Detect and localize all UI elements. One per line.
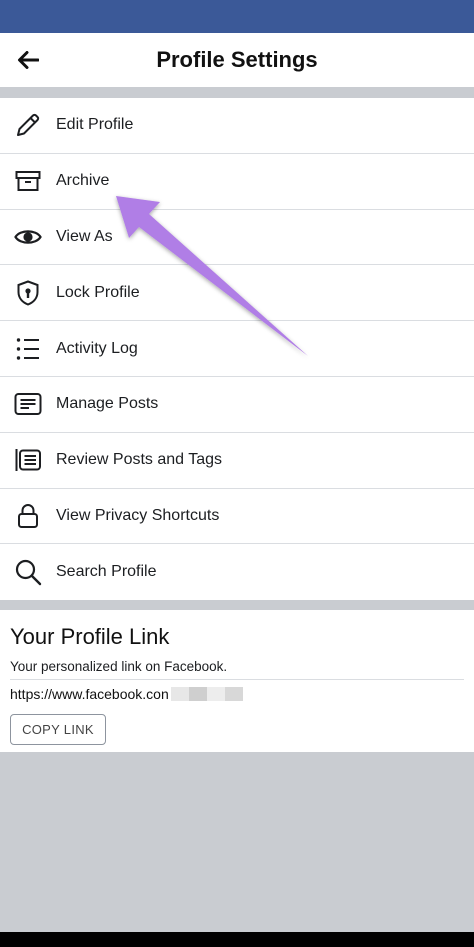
menu-label: View As xyxy=(56,227,113,245)
menu-label: Review Posts and Tags xyxy=(56,451,223,469)
archive-box-icon xyxy=(0,154,56,209)
menu-item-edit-profile[interactable]: Edit Profile xyxy=(0,98,474,154)
menu-label: View Privacy Shortcuts xyxy=(56,506,220,524)
profile-link-url[interactable]: https://www.facebook.con xyxy=(10,686,169,702)
menu-item-lock-profile[interactable]: Lock Profile xyxy=(0,265,474,322)
profile-link-description: Your personalized link on Facebook. xyxy=(10,659,464,680)
shield-lock-icon xyxy=(0,265,56,320)
menu-item-manage-posts[interactable]: Manage Posts xyxy=(0,377,474,433)
lock-icon xyxy=(0,489,56,544)
list-icon xyxy=(0,321,56,376)
redacted-pixelation xyxy=(170,687,243,701)
menu-item-archive[interactable]: Archive xyxy=(0,154,474,210)
back-button[interactable] xyxy=(14,46,42,74)
menu-label: Archive xyxy=(56,172,110,190)
menu-item-view-privacy-shortcuts[interactable]: View Privacy Shortcuts xyxy=(0,489,474,545)
pencil-icon xyxy=(0,98,56,153)
menu-item-activity-log[interactable]: Activity Log xyxy=(0,321,474,377)
menu-label: Manage Posts xyxy=(56,395,159,413)
menu-item-view-as[interactable]: View As xyxy=(0,210,474,266)
menu-item-search-profile[interactable]: Search Profile xyxy=(0,544,474,600)
system-nav-bar xyxy=(0,932,474,947)
search-icon xyxy=(0,544,56,600)
menu-label: Activity Log xyxy=(56,339,138,357)
profile-link-url-row: https://www.facebook.con xyxy=(10,685,464,703)
empty-background xyxy=(0,752,474,932)
top-bar: Profile Settings xyxy=(0,33,474,87)
posts-icon xyxy=(0,377,56,432)
profile-link-section: Your Profile Link Your personalized link… xyxy=(0,610,474,752)
section-divider xyxy=(0,600,474,610)
menu-label: Edit Profile xyxy=(56,116,134,134)
eye-icon xyxy=(0,210,56,265)
section-divider xyxy=(0,87,474,98)
menu-label: Lock Profile xyxy=(56,283,140,301)
menu-item-review-posts-and-tags[interactable]: Review Posts and Tags xyxy=(0,433,474,489)
status-bar xyxy=(0,0,474,33)
profile-link-heading: Your Profile Link xyxy=(10,624,170,649)
back-arrow-icon xyxy=(18,51,39,69)
settings-menu: Edit Profile Archive View As Lock Profil… xyxy=(0,98,474,601)
review-posts-icon xyxy=(0,433,56,488)
menu-label: Search Profile xyxy=(56,563,157,581)
copy-link-button[interactable]: COPY LINK xyxy=(10,714,106,745)
page-title: Profile Settings xyxy=(156,47,318,72)
